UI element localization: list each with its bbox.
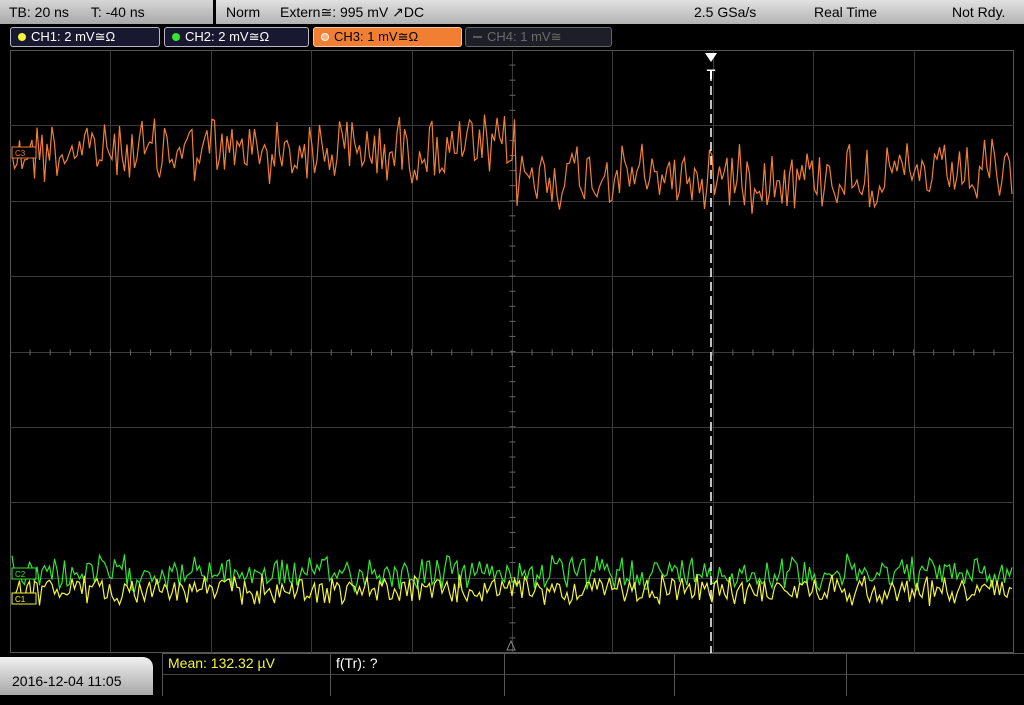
ch1-reference-marker[interactable]: C1 [11,592,37,605]
channel-3-tab[interactable]: CH3: 1 mV≅Ω [313,27,462,47]
acquisition-mode: Real Time [814,4,878,20]
timebase-panel[interactable]: TB: 20 ns T: -40 ns [0,0,213,24]
ch2-indicator-icon [172,32,180,41]
waveform-display[interactable]: T C3 C2 C1 [10,50,1014,653]
ch2-marker-label: C2 [15,570,26,579]
acquisition-panel[interactable]: Norm Extern≅: 995 mV ↗DC 2.5 GSa/s Real … [216,0,1024,24]
channel-4-label: CH4: 1 mV≅ [487,29,562,44]
trigger-frequency-readout: f(Tr): ? [336,655,378,671]
channel-1-label: CH1: 2 mV≅Ω [31,29,116,44]
ch3-indicator-icon [321,32,329,41]
scope-graticule: T C3 C2 C1 [10,50,1014,653]
measurement-column-divider [846,654,847,696]
channel-4-tab[interactable]: CH4: 1 mV≅ [465,27,612,47]
measurement-column-divider [504,654,505,696]
trigger-source: Extern≅: 995 mV ↗DC [280,4,425,20]
sample-rate: 2.5 GSa/s [694,4,757,20]
ch2-reference-marker[interactable]: C2 [11,567,37,580]
ch3-marker-label: C3 [15,149,26,158]
trigger-mode: Norm [226,4,261,20]
channel-2-label: CH2: 2 mV≅Ω [185,29,270,44]
datetime-tab: 2016-12-04 11:05 [0,657,153,695]
ch3-reference-marker[interactable]: C3 [11,146,37,159]
trigger-time-readout: T: -40 ns [90,4,145,20]
channel-1-tab[interactable]: CH1: 2 mV≅Ω [10,27,160,47]
ch1-marker-label: C1 [15,595,26,604]
datetime-readout: 2016-12-04 11:05 [12,673,122,689]
channel-3-label: CH3: 1 mV≅Ω [334,29,419,44]
acquisition-status: Not Rdy. [952,4,1006,20]
status-bar: TB: 20 ns T: -40 ns Norm Extern≅: 995 mV … [0,0,1024,24]
ch1-indicator-icon [18,32,26,41]
measurement-mean[interactable]: Mean: 132.32 µV [162,653,330,674]
measurement-column-divider [674,654,675,696]
measurement-row-divider [162,674,1024,675]
measurement-trigger-frequency[interactable]: f(Tr): ? [330,653,504,674]
timebase-readout: TB: 20 ns [9,4,69,20]
channel-2-tab[interactable]: CH2: 2 mV≅Ω [164,27,309,47]
ch4-indicator-icon [473,35,482,38]
mean-readout: Mean: 132.32 µV [168,655,275,671]
trigger-marker-label: T [707,66,716,82]
